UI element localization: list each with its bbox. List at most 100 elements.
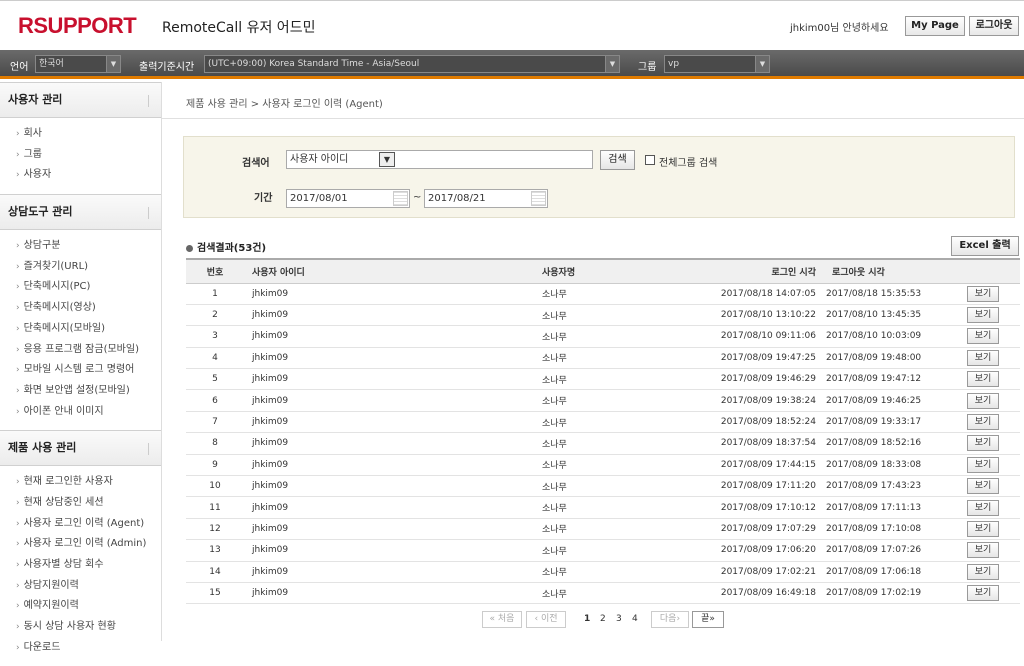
pager-page-2[interactable]: 2 <box>600 611 606 628</box>
sidebar-item-mobile-log-command[interactable]: › 모바일 시스템 로그 명령어 <box>0 360 161 381</box>
cell-login-time: 2017/08/10 09:11:06 <box>678 325 826 348</box>
chevron-down-icon[interactable]: ▼ <box>379 152 395 167</box>
timezone-select[interactable]: (UTC+09:00) Korea Standard Time - Asia/S… <box>204 55 620 73</box>
sidebar-item-reservation-history[interactable]: › 예약지원이력 <box>0 596 161 617</box>
keyword-label: 검색어 <box>242 158 270 169</box>
cell-user-name: 소나무 <box>466 454 678 477</box>
sidebar-item-iphone-guide[interactable]: › 아이폰 안내 이미지 <box>0 402 161 423</box>
pager-page-4[interactable]: 4 <box>632 611 638 628</box>
chevron-right-icon: › <box>16 170 20 181</box>
cell-user-id: jhkim09 <box>244 582 466 605</box>
pager-next-button[interactable]: 다음› <box>651 611 689 628</box>
view-button[interactable]: 보기 <box>967 520 999 537</box>
group-select[interactable]: vp ▼ <box>664 55 770 73</box>
sidebar-section-user-management[interactable]: 사용자 관리 <box>0 82 161 118</box>
divider <box>162 118 1024 119</box>
sidebar-item-label: 동시 상담 사용자 현황 <box>23 621 116 633</box>
date-from-input[interactable]: 2017/08/01 <box>286 189 410 208</box>
cell-login-time: 2017/08/09 19:46:29 <box>678 368 826 391</box>
sidebar-item-support-history[interactable]: › 상담지원이력 <box>0 576 161 597</box>
cell-user-name: 소나무 <box>466 389 678 412</box>
cell-no: 2 <box>186 304 244 327</box>
view-button[interactable]: 보기 <box>967 499 999 516</box>
mypage-button[interactable]: My Page <box>905 16 965 36</box>
chevron-right-icon: › <box>16 282 20 293</box>
column-header-user-name[interactable]: 사용자명 <box>466 258 678 284</box>
chevron-right-icon: › <box>16 129 20 139</box>
sidebar-item-favorites-url[interactable]: › 즐겨찾기(URL) <box>0 257 161 278</box>
sidebar-section-product-usage[interactable]: 제품 사용 관리 <box>0 430 161 467</box>
sidebar-item-shortcut-video[interactable]: › 단축메시지(영상) <box>0 298 161 319</box>
pager-page-3[interactable]: 3 <box>616 611 622 628</box>
cell-action: 보기 <box>946 496 1020 519</box>
header: RSUPPORT RemoteCall 유저 어드민 jhkim00님 안녕하세… <box>0 0 1024 50</box>
sidebar-item-logged-in-users[interactable]: › 현재 로그인한 사용자 <box>0 472 161 493</box>
pager-first-button[interactable]: « 처음 <box>482 611 522 628</box>
sidebar-item-login-history-admin[interactable]: › 사용자 로그인 이력 (Admin) <box>0 534 161 555</box>
sidebar-item-group[interactable]: › 그룹 <box>0 145 161 166</box>
view-button[interactable]: 보기 <box>967 414 999 431</box>
cell-action: 보기 <box>946 432 1020 455</box>
column-header-no[interactable]: 번호 <box>186 258 244 284</box>
view-button[interactable]: 보기 <box>967 371 999 388</box>
sidebar-item-concurrent-users[interactable]: › 동시 상담 사용자 현황 <box>0 617 161 638</box>
search-button[interactable]: 검색 <box>600 150 635 170</box>
sidebar-item-consult-category[interactable]: › 상담구분 <box>0 236 161 257</box>
sidebar-item-screen-security[interactable]: › 화면 보안앱 설정(모바일) <box>0 381 161 402</box>
view-button[interactable]: 보기 <box>967 478 999 495</box>
view-button[interactable]: 보기 <box>967 285 999 302</box>
language-select[interactable]: 한국어 ▼ <box>35 55 121 73</box>
chevron-right-icon: › <box>16 365 20 376</box>
rsupport-logo[interactable]: RSUPPORT <box>18 13 137 39</box>
view-button[interactable]: 보기 <box>967 456 999 473</box>
sidebar: 사용자 관리 › 회사 › 그룹 › 사용자 상담도구 관리 › 상담구분 › 즐겨찾기(… <box>0 82 162 653</box>
sidebar-item-label: 현재 상담중인 세션 <box>23 496 104 508</box>
view-button[interactable]: 보기 <box>967 585 999 602</box>
view-button[interactable]: 보기 <box>967 349 999 366</box>
cell-no: 10 <box>186 475 244 498</box>
column-header-logout-time[interactable]: 로그아웃 시각 <box>826 258 946 284</box>
cell-user-name: 소나무 <box>466 475 678 498</box>
view-button[interactable]: 보기 <box>967 435 999 452</box>
sidebar-section-consult-tools[interactable]: 상담도구 관리 <box>0 194 161 231</box>
cell-no: 13 <box>186 539 244 562</box>
view-button[interactable]: 보기 <box>967 307 999 324</box>
sidebar-item-company[interactable]: › 회사 <box>0 124 161 145</box>
view-button[interactable]: 보기 <box>967 392 999 409</box>
column-header-login-time[interactable]: 로그인 시각 <box>678 258 826 284</box>
sidebar-item-label: 그룹 <box>23 148 43 160</box>
view-button[interactable]: 보기 <box>967 328 999 345</box>
excel-export-button[interactable]: Excel 출력 <box>951 236 1019 256</box>
sidebar-item-user[interactable]: › 사용자 <box>0 165 161 186</box>
calendar-icon[interactable] <box>393 191 408 206</box>
sidebar-item-consult-count[interactable]: › 사용자별 상담 회수 <box>0 555 161 576</box>
sidebar-item-login-history-agent[interactable]: › 사용자 로그인 이력 (Agent) <box>0 514 161 535</box>
sidebar-item-app-lock[interactable]: › 응용 프로그램 잠금(모바일) <box>0 340 161 361</box>
cell-user-name: 소나무 <box>466 582 678 605</box>
keyword-input[interactable]: 사용자 아이디 ▼ <box>286 150 593 169</box>
cell-action: 보기 <box>946 304 1020 327</box>
cell-login-time: 2017/08/09 18:37:54 <box>678 432 826 455</box>
sidebar-item-label: 단축메시지(영상) <box>23 302 96 314</box>
date-to-input[interactable]: 2017/08/21 <box>424 189 548 208</box>
sidebar-item-label: 사용자 로그인 이력 (Admin) <box>23 538 147 550</box>
cell-action: 보기 <box>946 389 1020 412</box>
pager-last-button[interactable]: 끝» <box>692 611 724 628</box>
pager-prev-button[interactable]: ‹ 이전 <box>526 611 566 628</box>
sidebar-item-active-sessions[interactable]: › 현재 상담중인 세션 <box>0 493 161 514</box>
divider <box>148 95 149 107</box>
logout-button[interactable]: 로그아웃 <box>969 16 1019 36</box>
all-groups-checkbox[interactable] <box>645 155 655 165</box>
sidebar-item-shortcut-mobile[interactable]: › 단축메시지(모바일) <box>0 319 161 340</box>
calendar-icon[interactable] <box>531 191 546 206</box>
cell-no: 8 <box>186 432 244 455</box>
pager-page-1[interactable]: 1 <box>584 611 590 628</box>
chevron-right-icon: › <box>16 241 20 252</box>
view-button[interactable]: 보기 <box>967 563 999 580</box>
table-row: 10 jhkim09 소나무 2017/08/09 17:11:20 2017/08/0… <box>186 475 1020 498</box>
cell-no: 11 <box>186 496 244 519</box>
view-button[interactable]: 보기 <box>967 542 999 559</box>
sidebar-item-shortcut-pc[interactable]: › 단축메시지(PC) <box>0 277 161 298</box>
column-header-user-id[interactable]: 사용자 아이디 <box>244 258 466 284</box>
cell-user-id: jhkim09 <box>244 432 466 455</box>
